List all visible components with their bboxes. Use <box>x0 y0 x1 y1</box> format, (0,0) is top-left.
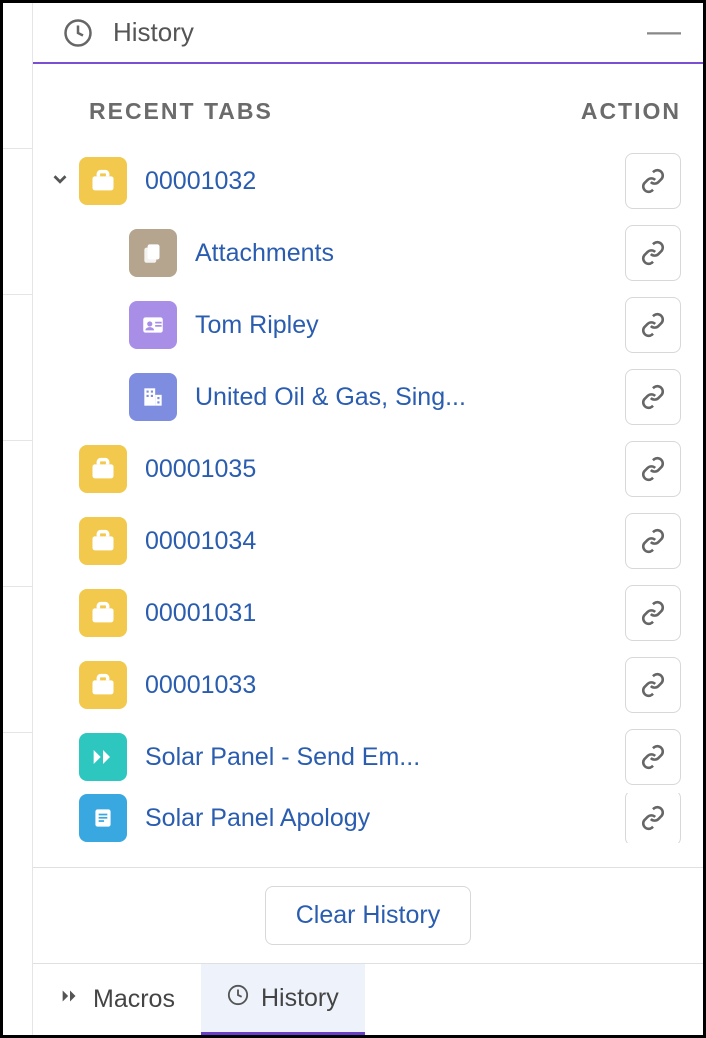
copy-link-button[interactable] <box>625 793 681 843</box>
clear-history-button[interactable]: Clear History <box>265 886 471 945</box>
history-row: Solar Panel Apology <box>41 793 681 843</box>
case-icon <box>79 661 127 709</box>
panel-footer: Clear History <box>33 867 703 963</box>
tab-macros-label: Macros <box>93 985 175 1014</box>
case-icon <box>79 589 127 637</box>
recent-tabs-header: RECENT TABS <box>89 98 581 125</box>
history-row: 00001035 <box>41 433 681 505</box>
macros-icon <box>59 985 81 1014</box>
document-icon <box>79 794 127 842</box>
history-item-link[interactable]: 00001034 <box>145 527 256 556</box>
left-gutter <box>3 3 33 1035</box>
copy-link-button[interactable] <box>625 297 681 353</box>
history-item-link[interactable]: Solar Panel Apology <box>145 804 370 833</box>
copy-link-button[interactable] <box>625 441 681 497</box>
history-item-link[interactable]: Solar Panel - Send Em... <box>145 743 420 772</box>
copy-link-button[interactable] <box>625 585 681 641</box>
history-row: 00001032 <box>41 145 681 217</box>
panel-title: History <box>113 17 647 48</box>
history-icon <box>227 984 249 1013</box>
history-row: 00001034 <box>41 505 681 577</box>
case-icon <box>79 517 127 565</box>
history-item-link[interactable]: 00001031 <box>145 599 256 628</box>
history-item-link[interactable]: 00001033 <box>145 671 256 700</box>
history-item-link[interactable]: United Oil & Gas, Sing... <box>195 383 466 412</box>
tab-macros[interactable]: Macros <box>33 964 201 1035</box>
column-headers: RECENT TABS ACTION <box>33 64 703 125</box>
copy-link-button[interactable] <box>625 225 681 281</box>
copy-link-button[interactable] <box>625 729 681 785</box>
file-icon <box>129 229 177 277</box>
history-list: 00001032 Attachments Tom Ripley <box>33 125 703 867</box>
copy-link-button[interactable] <box>625 153 681 209</box>
case-icon <box>79 157 127 205</box>
chevron-down-icon[interactable] <box>49 168 71 195</box>
bottom-tabs: Macros History <box>33 963 703 1035</box>
copy-link-button[interactable] <box>625 513 681 569</box>
history-row: 00001033 <box>41 649 681 721</box>
history-item-link[interactable]: Attachments <box>195 239 334 268</box>
case-icon <box>79 445 127 493</box>
copy-link-button[interactable] <box>625 369 681 425</box>
history-icon <box>63 18 93 48</box>
history-row-child: Attachments <box>41 217 681 289</box>
history-item-link[interactable]: 00001035 <box>145 455 256 484</box>
copy-link-button[interactable] <box>625 657 681 713</box>
panel-header: History — <box>33 3 703 64</box>
history-row-child: Tom Ripley <box>41 289 681 361</box>
history-item-link[interactable]: Tom Ripley <box>195 311 319 340</box>
tab-history-label: History <box>261 984 339 1013</box>
history-row: Solar Panel - Send Em... <box>41 721 681 793</box>
history-row-child: United Oil & Gas, Sing... <box>41 361 681 433</box>
tab-history[interactable]: History <box>201 964 365 1035</box>
contact-icon <box>129 301 177 349</box>
action-header: ACTION <box>581 98 681 125</box>
account-icon <box>129 373 177 421</box>
minimize-button[interactable]: — <box>647 27 681 39</box>
macro-icon <box>79 733 127 781</box>
history-item-link[interactable]: 00001032 <box>145 167 256 196</box>
history-row: 00001031 <box>41 577 681 649</box>
